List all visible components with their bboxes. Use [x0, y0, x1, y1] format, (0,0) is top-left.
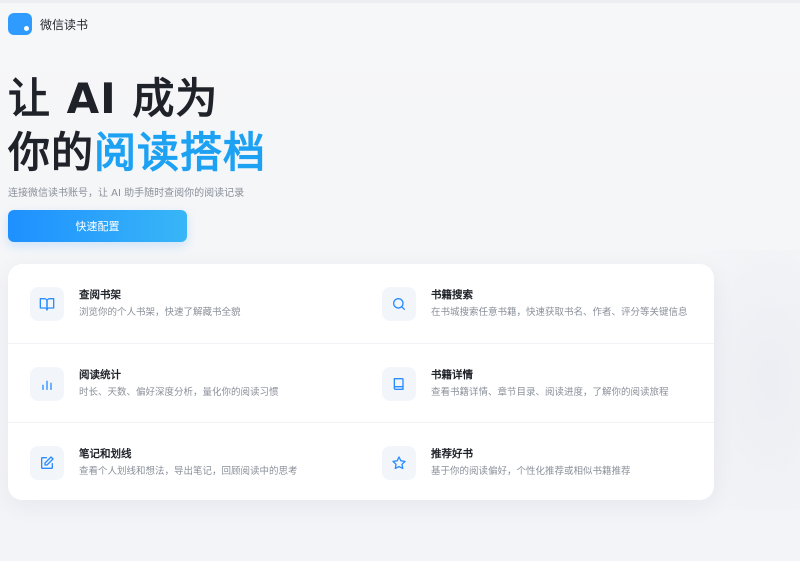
quick-setup-button[interactable]: 快速配置 — [8, 210, 187, 242]
feature-desc: 浏览你的个人书架，快速了解藏书全貌 — [79, 307, 241, 318]
hero-line-1: 让 AI 成为 — [8, 74, 219, 123]
feature-reading-stats[interactable]: 阅读统计 时长、天数、偏好深度分析，量化你的阅读习惯 — [30, 344, 370, 423]
top-border — [0, 0, 800, 3]
features-row: 笔记和划线 查看个人划线和想法，导出笔记，回顾阅读中的思考 推荐好书 基于你的阅… — [8, 422, 714, 501]
search-icon — [382, 286, 416, 321]
feature-title: 查阅书架 — [79, 289, 121, 301]
feature-title: 推荐好书 — [431, 448, 473, 460]
bar-chart-icon — [30, 366, 64, 401]
feature-title: 阅读统计 — [79, 369, 121, 381]
feature-notes-highlights[interactable]: 笔记和划线 查看个人划线和想法，导出笔记，回顾阅读中的思考 — [30, 423, 370, 502]
feature-desc: 时长、天数、偏好深度分析，量化你的阅读习惯 — [79, 387, 279, 398]
features-row: 阅读统计 时长、天数、偏好深度分析，量化你的阅读习惯 书籍详情 查看书籍详情、章… — [8, 343, 714, 422]
feature-title: 书籍详情 — [431, 369, 473, 381]
open-book-icon — [30, 286, 64, 321]
app-header: 微信读书 — [8, 12, 88, 36]
chat-bubble-logo-icon — [8, 13, 32, 35]
feature-book-details[interactable]: 书籍详情 查看书籍详情、章节目录、阅读进度，了解你的阅读旅程 — [382, 344, 722, 423]
feature-desc: 基于你的阅读偏好，个性化推荐或相似书籍推荐 — [431, 466, 631, 477]
brand-name: 微信读书 — [40, 17, 89, 32]
features-row: 查阅书架 浏览你的个人书架，快速了解藏书全貌 书籍搜索 在书城搜索任意书籍，快速… — [8, 264, 714, 343]
feature-title: 笔记和划线 — [79, 448, 132, 460]
feature-recommend-books[interactable]: 推荐好书 基于你的阅读偏好，个性化推荐或相似书籍推荐 — [382, 423, 722, 502]
feature-desc: 查看个人划线和想法，导出笔记，回顾阅读中的思考 — [79, 466, 298, 477]
hero-line-2-accent: 阅读搭档 — [94, 128, 267, 177]
star-icon — [382, 445, 416, 480]
feature-bookshelf[interactable]: 查阅书架 浏览你的个人书架，快速了解藏书全貌 — [30, 264, 370, 343]
hero-line-2: 你的阅读搭档 — [8, 126, 266, 180]
feature-book-search[interactable]: 书籍搜索 在书城搜索任意书籍，快速获取书名、作者、评分等关键信息 — [382, 264, 722, 343]
edit-note-icon — [30, 445, 64, 480]
hero-line-2-prefix: 你的 — [8, 128, 95, 177]
book-icon — [382, 366, 416, 401]
feature-title: 书籍搜索 — [431, 289, 473, 301]
feature-desc: 在书城搜索任意书籍，快速获取书名、作者、评分等关键信息 — [431, 307, 688, 318]
features-card: 查阅书架 浏览你的个人书架，快速了解藏书全貌 书籍搜索 在书城搜索任意书籍，快速… — [8, 264, 714, 500]
hero-heading: 让 AI 成为 你的阅读搭档 — [8, 72, 266, 180]
hero-subtitle: 连接微信读书账号，让 AI 助手随时查阅你的阅读记录 — [8, 188, 245, 199]
feature-desc: 查看书籍详情、章节目录、阅读进度，了解你的阅读旅程 — [431, 387, 669, 398]
